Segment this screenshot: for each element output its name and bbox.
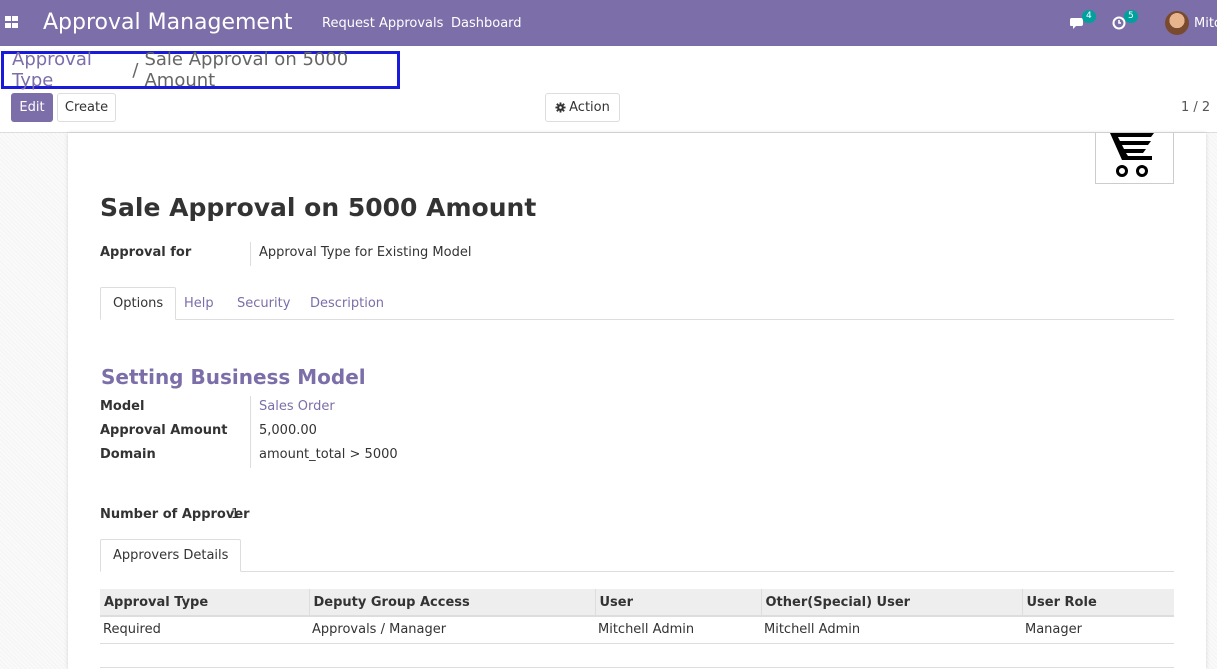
tab-options[interactable]: Options — [100, 287, 177, 320]
create-button[interactable]: Create — [57, 93, 116, 122]
breadcrumb-separator: / — [132, 59, 139, 81]
gear-icon — [555, 102, 566, 113]
table-cell: Approvals / Manager — [309, 616, 595, 644]
tab-help[interactable]: Help — [172, 287, 226, 320]
breadcrumb-current: Sale Approval on 5000 Amount — [144, 49, 349, 91]
column-header[interactable]: Other(Special) User — [760, 589, 1022, 617]
shopping-cart-icon — [1110, 133, 1154, 177]
approvers-table: Approval Type Deputy Group Access User O… — [100, 589, 1174, 644]
table-header-row: Approval Type Deputy Group Access User O… — [100, 589, 1174, 617]
domain-value: amount_total > 5000 — [259, 447, 398, 462]
edit-button[interactable]: Edit — [11, 93, 53, 122]
breadcrumb: Approval Type / Sale Approval on 5000 Am… — [1, 49, 400, 91]
approval-for-value: Approval Type for Existing Model — [259, 245, 472, 260]
table-row[interactable]: Required Approvals / Manager Mitchell Ad… — [100, 616, 1174, 644]
number-of-approver-label: Number of Approver — [100, 507, 250, 522]
breadcrumb-parent-link[interactable]: Approval Type — [12, 49, 126, 91]
tab-security[interactable]: Security — [225, 287, 302, 320]
notebook-tabs: Options Help Security Description — [100, 287, 1174, 320]
table-cell: Manager — [1022, 616, 1174, 644]
model-value-link[interactable]: Sales Order — [259, 399, 335, 414]
domain-label: Domain — [100, 447, 156, 462]
top-navbar: Approval Management Request Approvals Da… — [0, 0, 1217, 46]
record-title: Sale Approval on 5000 Amount — [100, 193, 537, 222]
column-header[interactable]: User Role — [1021, 589, 1174, 617]
menu-request-approvals[interactable]: Request Approvals — [322, 16, 443, 31]
approval-for-label: Approval for — [100, 245, 192, 260]
apps-menu-icon[interactable] — [5, 16, 18, 28]
table-cell: Required — [100, 616, 309, 644]
approver-tabs: Approvers Details — [100, 539, 1174, 572]
column-header[interactable]: User — [594, 589, 761, 617]
divider — [100, 667, 1174, 668]
record-image[interactable] — [1095, 133, 1174, 184]
app-title[interactable]: Approval Management — [43, 10, 293, 35]
field-divider — [250, 396, 251, 468]
user-name[interactable]: Mitc — [1194, 16, 1217, 31]
menu-dashboard[interactable]: Dashboard — [451, 16, 522, 31]
number-of-approver-value: 1 — [231, 507, 240, 522]
action-button[interactable]: Action — [545, 93, 620, 122]
activities-systray[interactable]: 5 — [1112, 10, 1138, 32]
tab-approvers-details[interactable]: Approvers Details — [100, 539, 242, 572]
approval-amount-value: 5,000.00 — [259, 423, 317, 438]
table-cell: Mitchell Admin — [595, 616, 761, 644]
tab-description[interactable]: Description — [298, 287, 396, 320]
user-avatar[interactable] — [1165, 11, 1189, 35]
activities-badge: 5 — [1124, 10, 1138, 23]
column-header[interactable]: Deputy Group Access — [308, 589, 595, 617]
table-cell: Mitchell Admin — [761, 616, 1022, 644]
messages-badge: 4 — [1082, 10, 1096, 23]
model-label: Model — [100, 399, 145, 414]
messages-systray[interactable]: 4 — [1070, 10, 1096, 32]
field-divider — [250, 242, 251, 266]
column-header[interactable]: Approval Type — [100, 589, 309, 617]
section-title: Setting Business Model — [101, 365, 366, 389]
pager-value[interactable]: 1 / 2 — [1181, 100, 1210, 115]
action-button-label: Action — [569, 100, 610, 115]
approval-amount-label: Approval Amount — [100, 423, 228, 438]
control-panel: Approval Type / Sale Approval on 5000 Am… — [0, 46, 1217, 133]
